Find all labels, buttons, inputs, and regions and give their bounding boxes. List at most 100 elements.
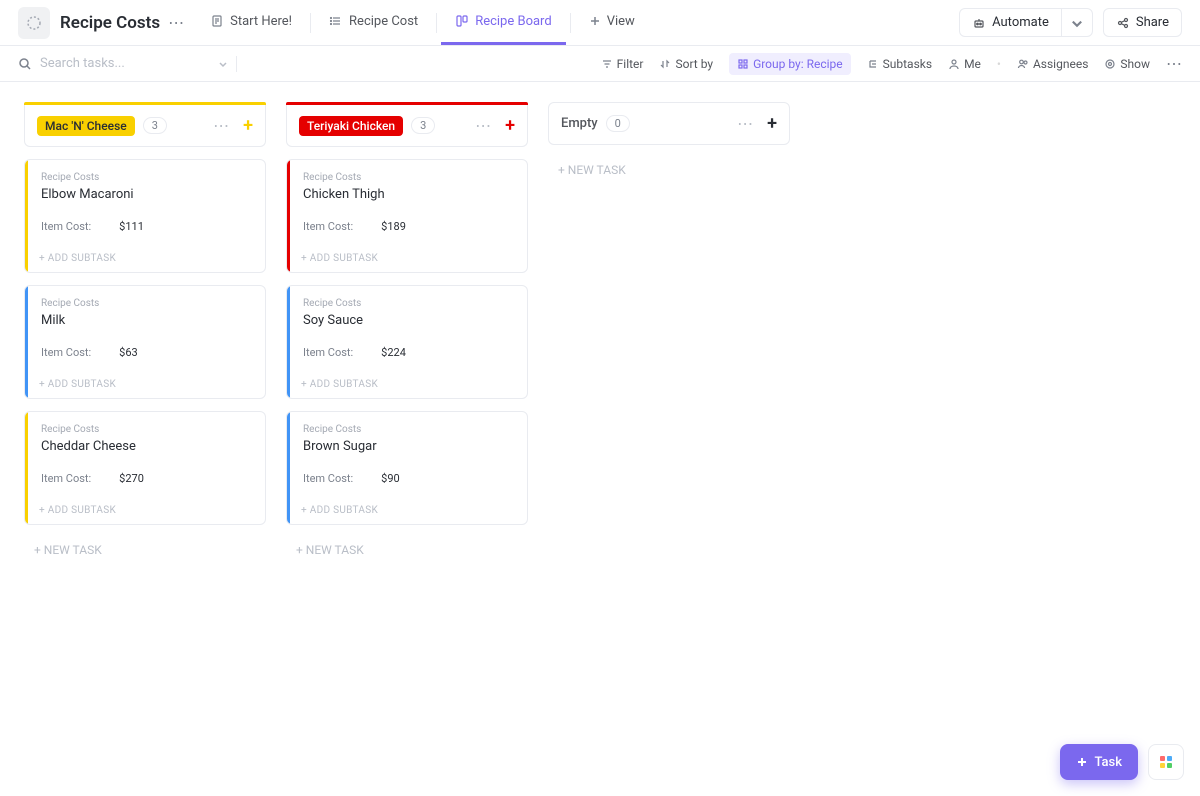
search-icon [18, 57, 32, 71]
plus-icon [1076, 756, 1088, 768]
filter-button[interactable]: Filter [601, 57, 644, 71]
chevron-down-icon [1070, 16, 1084, 30]
column-chip[interactable]: Teriyaki Chicken [299, 116, 403, 136]
automate-dropdown[interactable] [1061, 8, 1093, 37]
sort-button[interactable]: Sort by [659, 57, 713, 71]
topbar: Recipe Costs ⋯ Start Here! Recipe Cost R… [0, 0, 1200, 46]
add-subtask-button[interactable]: + ADD SUBTASK [25, 497, 265, 524]
group-icon [737, 58, 749, 70]
view-tabs: Start Here! Recipe Cost Recipe Board Vie… [196, 0, 649, 45]
task-card[interactable]: Recipe Costs Milk Item Cost:$63 + ADD SU… [24, 285, 266, 399]
board-column-empty: Empty 0 ⋯ + + NEW TASK [548, 102, 790, 183]
column-count: 0 [606, 115, 630, 132]
column-menu-icon[interactable]: ⋯ [737, 114, 753, 133]
column-add-icon[interactable]: + [243, 115, 253, 136]
task-card[interactable]: Recipe Costs Chicken Thigh Item Cost: $18… [286, 159, 528, 273]
board-column-mac-n-cheese: Mac 'N' Cheese 3 ⋯ + Recipe Costs Elbow … [24, 102, 266, 563]
column-menu-icon[interactable]: ⋯ [213, 116, 229, 135]
column-add-icon[interactable]: + [767, 113, 777, 134]
column-header: Teriyaki Chicken 3 ⋯ + [286, 105, 528, 147]
eye-icon [1104, 58, 1116, 70]
tab-add-view[interactable]: View [575, 0, 649, 45]
group-by-button[interactable]: Group by: Recipe [729, 53, 851, 75]
board-column-teriyaki-chicken: Teriyaki Chicken 3 ⋯ + Recipe Costs Chic… [286, 102, 528, 563]
tab-separator [310, 13, 311, 33]
card-title: Brown Sugar [303, 439, 513, 454]
search-wrap [18, 56, 228, 71]
workspace-icon[interactable] [18, 7, 50, 39]
dot-separator: • [997, 57, 1001, 71]
card-accent [287, 160, 290, 272]
cost-label: Item Cost: [303, 346, 353, 359]
card-list: Recipe Costs Chicken Thigh Item Cost: $18… [286, 159, 528, 563]
filter-toolbar: Filter Sort by Group by: Recipe Subtasks… [0, 46, 1200, 82]
column-header: Empty 0 ⋯ + [548, 102, 790, 145]
new-task-button[interactable]: + NEW TASK [548, 157, 790, 183]
add-subtask-button[interactable]: + ADD SUBTASK [25, 371, 265, 398]
doc-icon [210, 14, 224, 28]
tab-start-here[interactable]: Start Here! [196, 0, 306, 45]
users-icon [1017, 58, 1029, 70]
toolbar-right: Filter Sort by Group by: Recipe Subtasks… [601, 53, 1182, 75]
task-card[interactable]: Recipe Costs Brown Sugar Item Cost:$90 +… [286, 411, 528, 525]
cost-value: $189 [381, 220, 406, 233]
assignees-button[interactable]: Assignees [1017, 57, 1088, 71]
card-list: + NEW TASK [548, 157, 790, 183]
subtasks-icon [867, 58, 879, 70]
robot-icon [972, 16, 986, 30]
me-button[interactable]: Me [948, 57, 981, 71]
tab-separator [436, 13, 437, 33]
list-icon [329, 14, 343, 28]
apps-fab[interactable] [1148, 744, 1184, 780]
new-task-button[interactable]: + NEW TASK [286, 537, 528, 563]
user-icon [948, 58, 960, 70]
column-title: Empty [561, 116, 598, 131]
card-accent [287, 286, 290, 398]
card-accent [25, 286, 28, 398]
cost-value: $63 [119, 346, 138, 359]
show-button[interactable]: Show [1104, 57, 1150, 71]
more-menu[interactable]: ⋯ [1166, 54, 1182, 73]
card-list-name: Recipe Costs [41, 424, 251, 435]
cost-value: $111 [119, 220, 144, 233]
cost-label: Item Cost: [41, 472, 91, 485]
cost-value: $270 [119, 472, 144, 485]
plus-icon [589, 15, 601, 27]
title-menu-icon[interactable]: ⋯ [168, 13, 184, 32]
cost-value: $90 [381, 472, 400, 485]
task-card[interactable]: Recipe Costs Soy Sauce Item Cost:$224 + … [286, 285, 528, 399]
card-list-name: Recipe Costs [41, 172, 251, 183]
cost-value: $224 [381, 346, 406, 359]
board-view: Mac 'N' Cheese 3 ⋯ + Recipe Costs Elbow … [0, 82, 1200, 796]
add-subtask-button[interactable]: + ADD SUBTASK [25, 245, 265, 272]
page-title: Recipe Costs [60, 13, 160, 33]
column-menu-icon[interactable]: ⋯ [475, 116, 491, 135]
card-accent [25, 160, 28, 272]
column-add-icon[interactable]: + [505, 115, 515, 136]
filter-icon [601, 58, 613, 70]
card-list-name: Recipe Costs [303, 172, 513, 183]
share-button[interactable]: Share [1103, 8, 1182, 37]
card-title: Milk [41, 313, 251, 328]
search-input[interactable] [40, 56, 210, 71]
new-task-fab[interactable]: Task [1060, 744, 1138, 780]
column-count: 3 [143, 117, 167, 134]
card-list-name: Recipe Costs [303, 298, 513, 309]
add-subtask-button[interactable]: + ADD SUBTASK [287, 497, 527, 524]
task-card[interactable]: Recipe Costs Cheddar Cheese Item Cost: $2… [24, 411, 266, 525]
subtasks-button[interactable]: Subtasks [867, 57, 932, 71]
new-task-button[interactable]: + NEW TASK [24, 537, 266, 563]
chevron-down-icon[interactable] [218, 59, 228, 69]
fab-container: Task [1060, 744, 1184, 780]
card-title: Chicken Thigh [303, 187, 513, 202]
tab-recipe-board[interactable]: Recipe Board [441, 0, 566, 45]
cost-label: Item Cost: [303, 220, 353, 233]
column-chip[interactable]: Mac 'N' Cheese [37, 116, 135, 136]
add-subtask-button[interactable]: + ADD SUBTASK [287, 371, 527, 398]
cost-label: Item Cost: [41, 346, 91, 359]
card-title: Cheddar Cheese [41, 439, 251, 454]
task-card[interactable]: Recipe Costs Elbow Macaroni Item Cost:$1… [24, 159, 266, 273]
tab-recipe-cost[interactable]: Recipe Cost [315, 0, 432, 45]
add-subtask-button[interactable]: + ADD SUBTASK [287, 245, 527, 272]
automate-button[interactable]: Automate [959, 8, 1062, 37]
